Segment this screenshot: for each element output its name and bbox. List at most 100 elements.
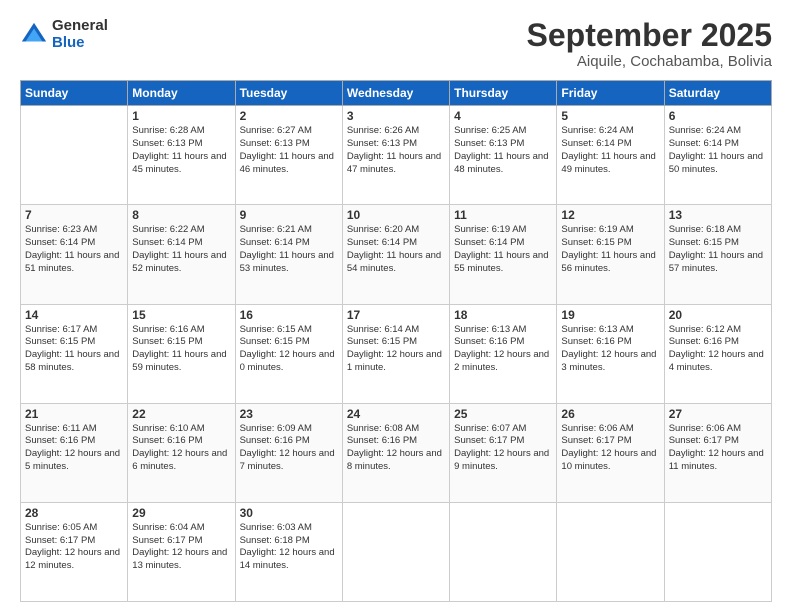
col-monday: Monday <box>128 81 235 106</box>
day-number: 19 <box>561 308 659 322</box>
table-row: 23 Sunrise: 6:09 AMSunset: 6:16 PMDayligh… <box>235 403 342 502</box>
day-info: Sunrise: 6:23 AMSunset: 6:14 PMDaylight:… <box>25 224 119 273</box>
table-row: 6 Sunrise: 6:24 AMSunset: 6:14 PMDaylight… <box>664 106 771 205</box>
col-friday: Friday <box>557 81 664 106</box>
page: General Blue September 2025 Aiquile, Coc… <box>0 0 792 612</box>
day-number: 27 <box>669 407 767 421</box>
day-number: 4 <box>454 109 552 123</box>
day-number: 14 <box>25 308 123 322</box>
day-number: 7 <box>25 208 123 222</box>
day-info: Sunrise: 6:16 AMSunset: 6:15 PMDaylight:… <box>132 324 226 373</box>
day-info: Sunrise: 6:18 AMSunset: 6:15 PMDaylight:… <box>669 224 763 273</box>
day-number: 28 <box>25 506 123 520</box>
day-info: Sunrise: 6:11 AMSunset: 6:16 PMDaylight:… <box>25 423 120 472</box>
day-info: Sunrise: 6:28 AMSunset: 6:13 PMDaylight:… <box>132 125 226 174</box>
table-row: 16Sunrise: 6:15 AMSunset: 6:15 PMDayligh… <box>235 304 342 403</box>
day-number: 20 <box>669 308 767 322</box>
table-row: 4 Sunrise: 6:25 AMSunset: 6:13 PMDaylight… <box>450 106 557 205</box>
day-info: Sunrise: 6:21 AMSunset: 6:14 PMDaylight:… <box>240 224 334 273</box>
day-info: Sunrise: 6:20 AMSunset: 6:14 PMDaylight:… <box>347 224 441 273</box>
day-number: 6 <box>669 109 767 123</box>
col-tuesday: Tuesday <box>235 81 342 106</box>
day-info: Sunrise: 6:24 AMSunset: 6:14 PMDaylight:… <box>561 125 655 174</box>
day-number: 18 <box>454 308 552 322</box>
week-row-2: 14 Sunrise: 6:17 AMSunset: 6:15 PMDayligh… <box>21 304 772 403</box>
day-number: 16 <box>240 308 338 322</box>
week-row-4: 28Sunrise: 6:05 AMSunset: 6:17 PMDayligh… <box>21 502 772 601</box>
calendar-table: Sunday Monday Tuesday Wednesday Thursday… <box>20 80 772 602</box>
week-row-3: 21 Sunrise: 6:11 AMSunset: 6:16 PMDayligh… <box>21 403 772 502</box>
day-number: 11 <box>454 208 552 222</box>
table-row: 21 Sunrise: 6:11 AMSunset: 6:16 PMDayligh… <box>21 403 128 502</box>
logo-text: General Blue <box>52 18 108 51</box>
table-row: 28Sunrise: 6:05 AMSunset: 6:17 PMDayligh… <box>21 502 128 601</box>
table-row: 17Sunrise: 6:14 AMSunset: 6:15 PMDayligh… <box>342 304 449 403</box>
day-number: 17 <box>347 308 445 322</box>
logo-icon <box>20 21 48 49</box>
day-info: Sunrise: 6:13 AMSunset: 6:16 PMDaylight:… <box>454 324 549 373</box>
day-number: 21 <box>25 407 123 421</box>
day-info: Sunrise: 6:09 AMSunset: 6:16 PMDaylight:… <box>240 423 335 472</box>
day-info: Sunrise: 6:27 AMSunset: 6:13 PMDaylight:… <box>240 125 334 174</box>
day-info: Sunrise: 6:04 AMSunset: 6:17 PMDaylight:… <box>132 522 227 571</box>
table-row: 26Sunrise: 6:06 AMSunset: 6:17 PMDayligh… <box>557 403 664 502</box>
day-number: 10 <box>347 208 445 222</box>
table-row <box>557 502 664 601</box>
table-row: 29 Sunrise: 6:04 AMSunset: 6:17 PMDayligh… <box>128 502 235 601</box>
table-row: 24Sunrise: 6:08 AMSunset: 6:16 PMDayligh… <box>342 403 449 502</box>
day-number: 3 <box>347 109 445 123</box>
day-number: 12 <box>561 208 659 222</box>
table-row: 18 Sunrise: 6:13 AMSunset: 6:16 PMDayligh… <box>450 304 557 403</box>
day-info: Sunrise: 6:10 AMSunset: 6:16 PMDaylight:… <box>132 423 227 472</box>
table-row: 10 Sunrise: 6:20 AMSunset: 6:14 PMDayligh… <box>342 205 449 304</box>
day-info: Sunrise: 6:17 AMSunset: 6:15 PMDaylight:… <box>25 324 119 373</box>
day-info: Sunrise: 6:13 AMSunset: 6:16 PMDaylight:… <box>561 324 656 373</box>
table-row <box>450 502 557 601</box>
week-row-1: 7 Sunrise: 6:23 AMSunset: 6:14 PMDaylight… <box>21 205 772 304</box>
day-info: Sunrise: 6:19 AMSunset: 6:14 PMDaylight:… <box>454 224 548 273</box>
logo-blue-text: Blue <box>52 35 108 52</box>
header-row: Sunday Monday Tuesday Wednesday Thursday… <box>21 81 772 106</box>
day-number: 5 <box>561 109 659 123</box>
day-number: 1 <box>132 109 230 123</box>
day-info: Sunrise: 6:25 AMSunset: 6:13 PMDaylight:… <box>454 125 548 174</box>
table-row: 30 Sunrise: 6:03 AMSunset: 6:18 PMDayligh… <box>235 502 342 601</box>
table-row: 19 Sunrise: 6:13 AMSunset: 6:16 PMDayligh… <box>557 304 664 403</box>
table-row: 20 Sunrise: 6:12 AMSunset: 6:16 PMDayligh… <box>664 304 771 403</box>
day-number: 29 <box>132 506 230 520</box>
table-row <box>342 502 449 601</box>
table-row: 9Sunrise: 6:21 AMSunset: 6:14 PMDaylight… <box>235 205 342 304</box>
table-row: 13Sunrise: 6:18 AMSunset: 6:15 PMDayligh… <box>664 205 771 304</box>
day-number: 30 <box>240 506 338 520</box>
table-row <box>664 502 771 601</box>
day-info: Sunrise: 6:12 AMSunset: 6:16 PMDaylight:… <box>669 324 764 373</box>
logo-general-text: General <box>52 18 108 35</box>
day-number: 23 <box>240 407 338 421</box>
day-info: Sunrise: 6:19 AMSunset: 6:15 PMDaylight:… <box>561 224 655 273</box>
table-row: 7 Sunrise: 6:23 AMSunset: 6:14 PMDaylight… <box>21 205 128 304</box>
day-number: 8 <box>132 208 230 222</box>
day-info: Sunrise: 6:06 AMSunset: 6:17 PMDaylight:… <box>669 423 764 472</box>
day-number: 22 <box>132 407 230 421</box>
week-row-0: 1 Sunrise: 6:28 AMSunset: 6:13 PMDaylight… <box>21 106 772 205</box>
day-number: 24 <box>347 407 445 421</box>
table-row: 1 Sunrise: 6:28 AMSunset: 6:13 PMDaylight… <box>128 106 235 205</box>
table-row: 11 Sunrise: 6:19 AMSunset: 6:14 PMDayligh… <box>450 205 557 304</box>
table-row: 27 Sunrise: 6:06 AMSunset: 6:17 PMDayligh… <box>664 403 771 502</box>
day-info: Sunrise: 6:24 AMSunset: 6:14 PMDaylight:… <box>669 125 763 174</box>
table-row: 2Sunrise: 6:27 AMSunset: 6:13 PMDaylight… <box>235 106 342 205</box>
table-row: 12 Sunrise: 6:19 AMSunset: 6:15 PMDayligh… <box>557 205 664 304</box>
day-number: 15 <box>132 308 230 322</box>
table-row: 3 Sunrise: 6:26 AMSunset: 6:13 PMDaylight… <box>342 106 449 205</box>
col-sunday: Sunday <box>21 81 128 106</box>
table-row: 8 Sunrise: 6:22 AMSunset: 6:14 PMDaylight… <box>128 205 235 304</box>
logo: General Blue <box>20 18 108 51</box>
table-row: 14 Sunrise: 6:17 AMSunset: 6:15 PMDayligh… <box>21 304 128 403</box>
day-info: Sunrise: 6:26 AMSunset: 6:13 PMDaylight:… <box>347 125 441 174</box>
day-info: Sunrise: 6:03 AMSunset: 6:18 PMDaylight:… <box>240 522 335 571</box>
day-info: Sunrise: 6:22 AMSunset: 6:14 PMDaylight:… <box>132 224 226 273</box>
col-thursday: Thursday <box>450 81 557 106</box>
col-wednesday: Wednesday <box>342 81 449 106</box>
table-row: 15 Sunrise: 6:16 AMSunset: 6:15 PMDayligh… <box>128 304 235 403</box>
main-title: September 2025 <box>527 18 772 53</box>
